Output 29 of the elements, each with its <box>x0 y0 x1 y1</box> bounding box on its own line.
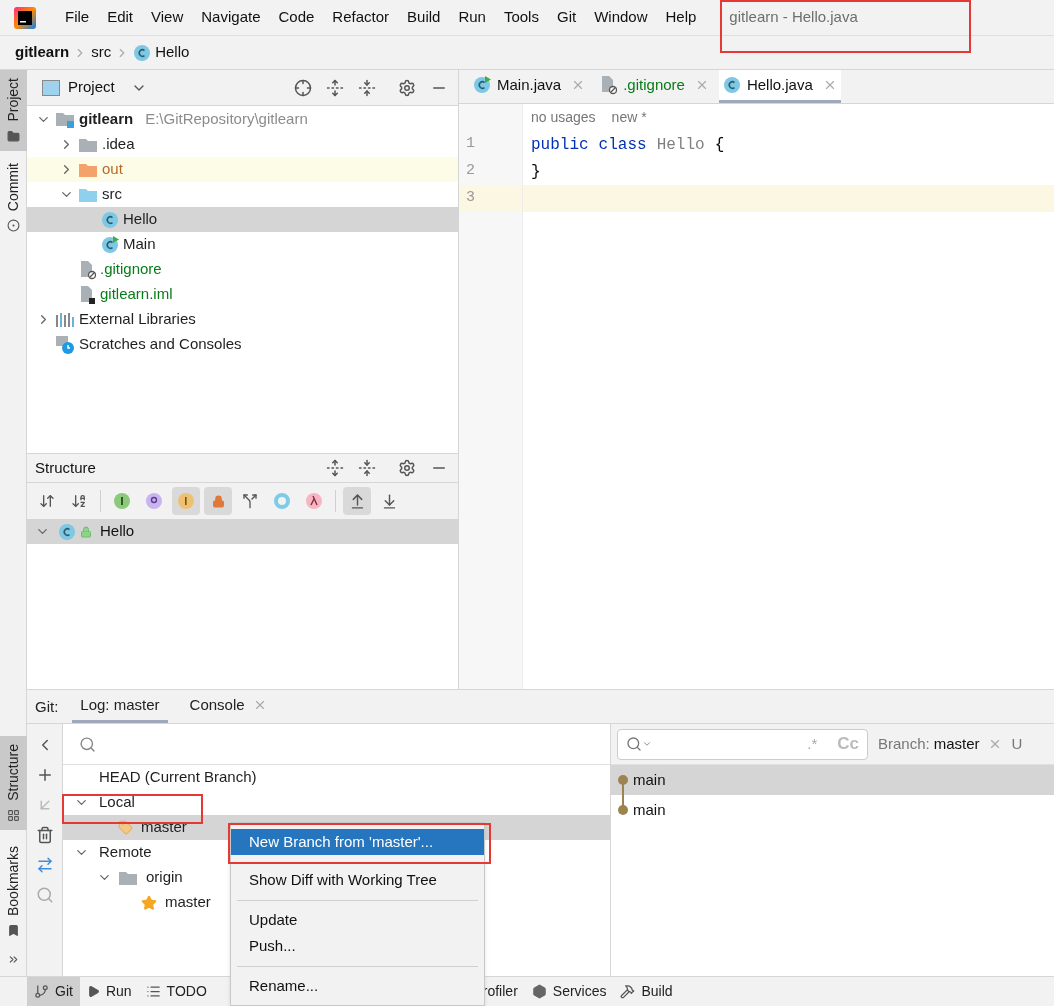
line-number: 3 <box>466 188 475 209</box>
code-token: { <box>714 134 725 156</box>
panel-label: Git: <box>35 696 59 717</box>
tree-label: Hello <box>123 209 158 230</box>
tree-label: External Libraries <box>79 309 196 330</box>
line-number: 2 <box>466 161 475 182</box>
tree-label: Hello <box>100 521 135 542</box>
code-token: Hello <box>656 134 705 156</box>
line-number: 1 <box>466 134 475 155</box>
tree-label: .idea <box>102 134 135 155</box>
tree-label: .gitignore <box>100 259 162 280</box>
tree-label: out <box>102 159 123 180</box>
code-token: class <box>598 134 647 156</box>
branch-label: master <box>165 892 211 913</box>
branch-label: master <box>141 817 187 838</box>
branch-label: HEAD (Current Branch) <box>99 767 257 788</box>
path-label: E:\GitRepository\gitlearn <box>145 109 308 130</box>
tree-label: gitlearn.iml <box>100 284 173 305</box>
window-title: gitlearn - Hello.java <box>729 7 858 28</box>
tree-label: Main <box>123 234 156 255</box>
panel-title: Structure <box>35 457 96 478</box>
code-token: public <box>531 134 589 156</box>
tree-label: gitlearn <box>79 109 134 130</box>
branch-label: origin <box>146 867 183 888</box>
tree-label: Scratches and Consoles <box>79 334 242 355</box>
branch-label: Remote <box>99 842 152 863</box>
tree-label: src <box>102 184 122 205</box>
code-token: } <box>531 161 541 183</box>
branch-label: Local <box>99 792 135 813</box>
